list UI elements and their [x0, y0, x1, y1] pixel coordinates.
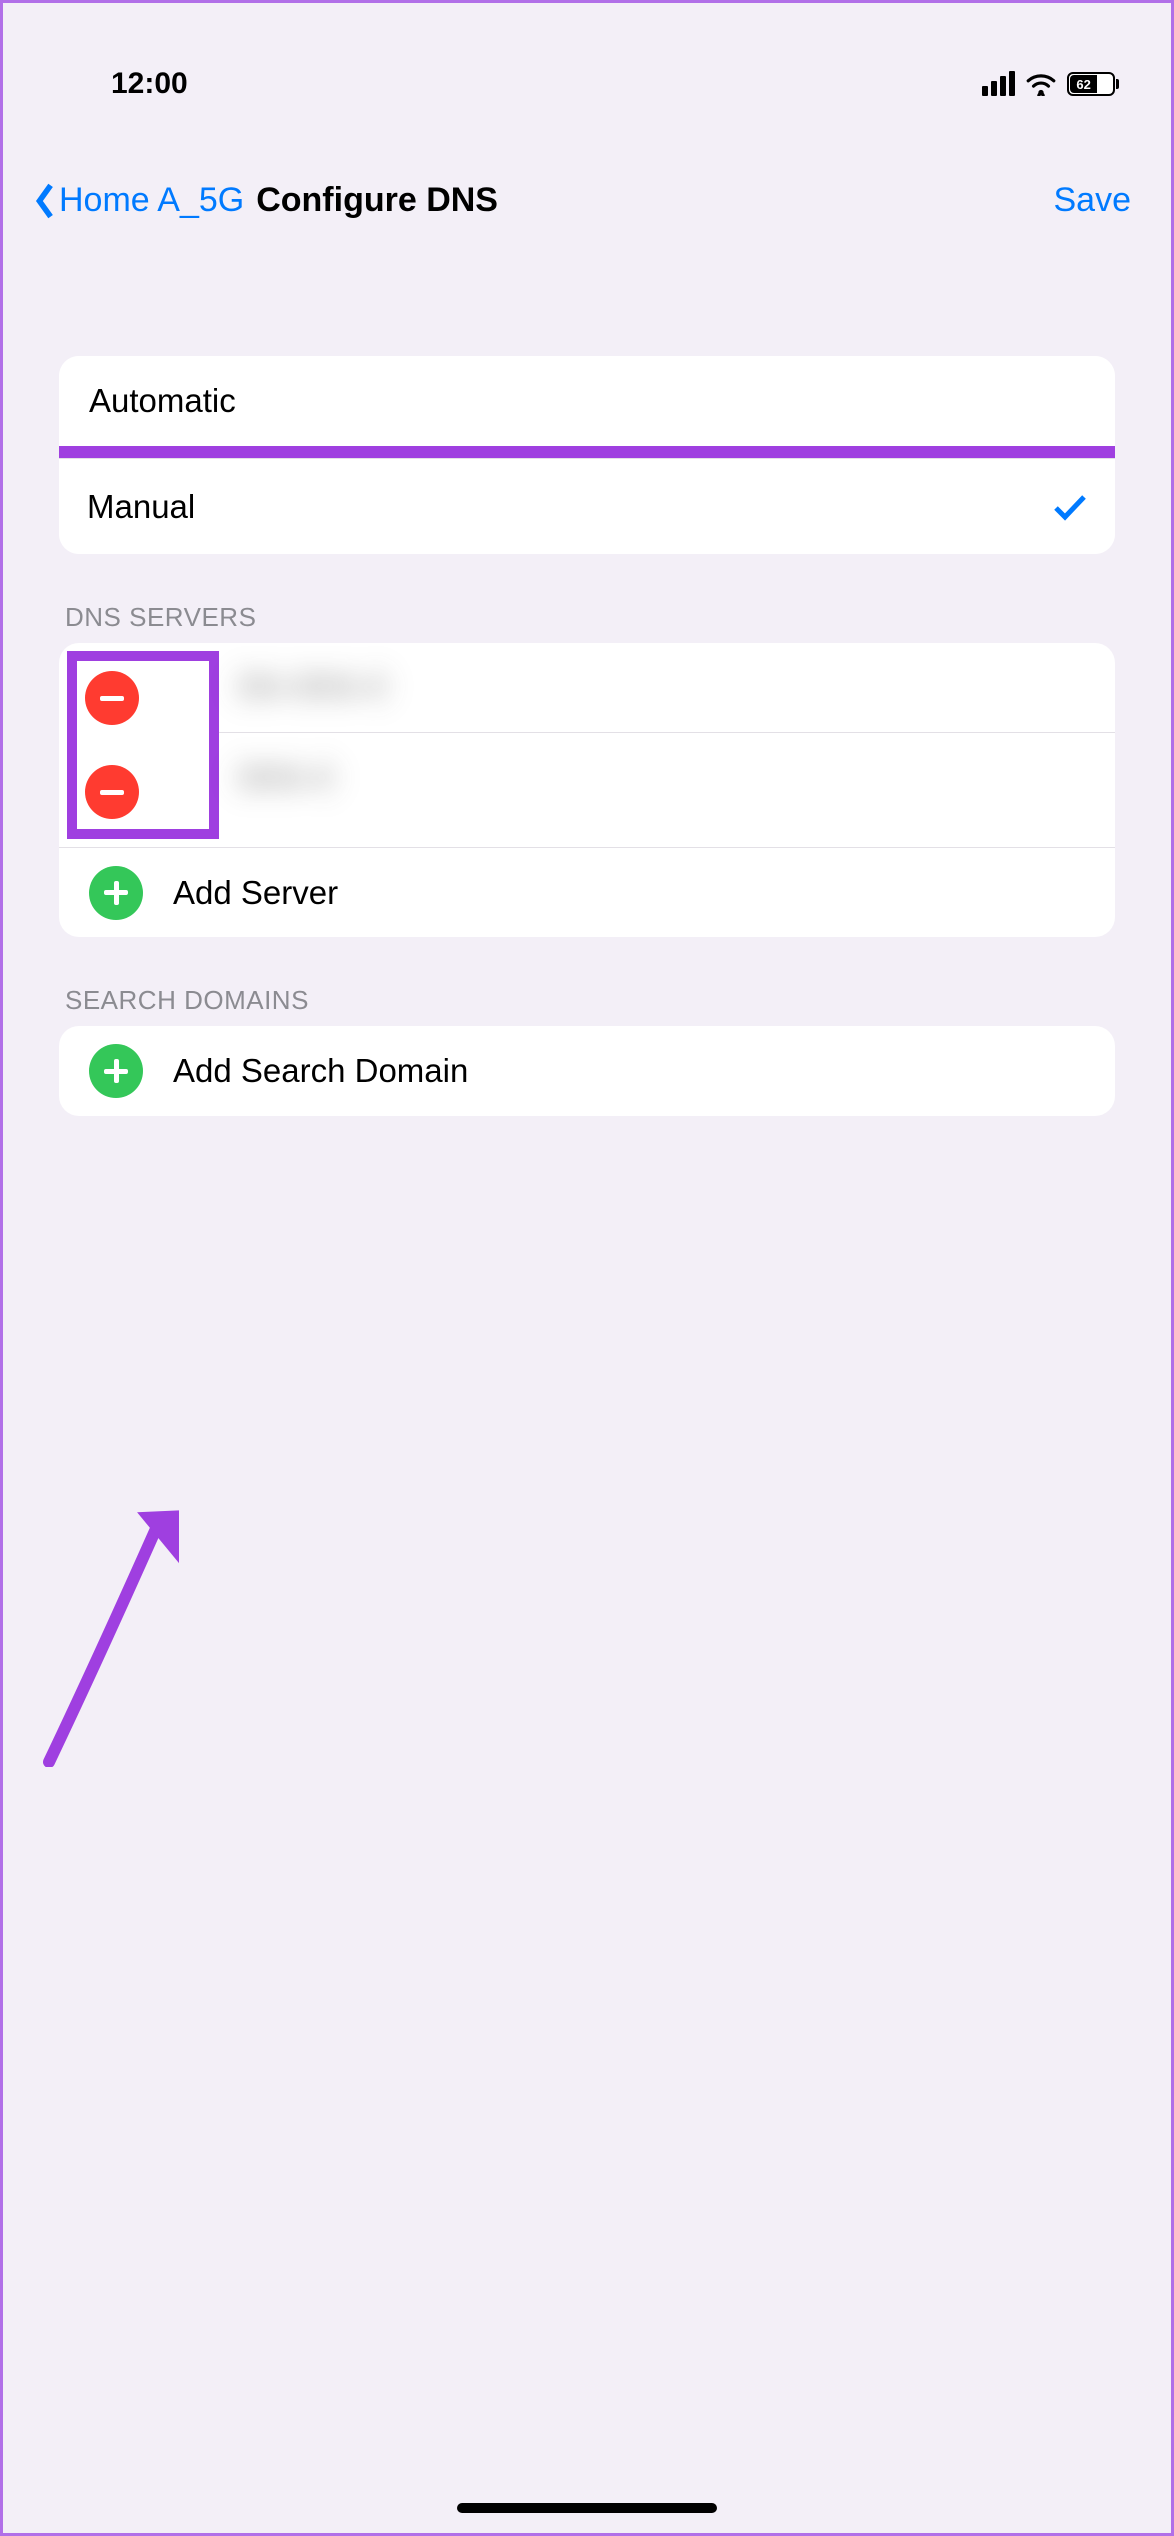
delete-server-icon[interactable] [85, 765, 139, 819]
dns-server-value: 000.0 [239, 759, 334, 798]
delete-server-icon[interactable] [85, 671, 139, 725]
annotation-arrow-icon [39, 1507, 179, 1767]
status-bar: 12:00 62 [3, 3, 1171, 121]
dns-server-row[interactable]: 00.000.0 [219, 643, 1115, 733]
add-search-domain-row[interactable]: Add Search Domain [59, 1026, 1115, 1116]
battery-percent: 62 [1076, 78, 1090, 91]
home-indicator[interactable] [457, 2503, 717, 2513]
battery-icon: 62 [1067, 72, 1119, 96]
mode-automatic-row[interactable]: Automatic [59, 356, 1115, 446]
plus-icon [89, 1044, 143, 1098]
mode-automatic-label: Automatic [89, 382, 236, 420]
status-time: 12:00 [111, 67, 188, 101]
dns-server-row[interactable]: 000.0 [219, 733, 1115, 823]
plus-icon [89, 866, 143, 920]
chevron-left-icon [33, 182, 57, 220]
page-title: Configure DNS [256, 181, 498, 220]
annotation-highlight-delete-icons [67, 651, 219, 839]
wifi-icon [1025, 72, 1057, 96]
mode-manual-row[interactable]: Manual [59, 458, 1115, 554]
save-button[interactable]: Save [1054, 181, 1132, 220]
annotation-highlight-manual: Manual [59, 446, 1115, 554]
dns-servers-group: 00.000.0 000.0 Add Server [59, 643, 1115, 937]
add-server-row[interactable]: Add Server [59, 847, 1115, 937]
checkmark-icon [1053, 492, 1087, 522]
dns-servers-header: DNS SERVERS [59, 602, 1115, 633]
search-domains-header: SEARCH DOMAINS [59, 985, 1115, 1016]
back-button[interactable]: Home A_5G [33, 181, 244, 220]
cellular-signal-icon [982, 72, 1015, 96]
back-label: Home A_5G [59, 181, 244, 220]
nav-bar: Home A_5G Configure DNS Save [3, 121, 1171, 260]
add-server-label: Add Server [173, 874, 338, 912]
dns-server-value: 00.000.0 [239, 668, 387, 707]
mode-manual-label: Manual [87, 488, 195, 526]
search-domains-group: Add Search Domain [59, 1026, 1115, 1116]
add-search-domain-label: Add Search Domain [173, 1052, 468, 1090]
status-right: 62 [982, 72, 1119, 96]
dns-mode-group: Automatic Manual [59, 356, 1115, 554]
